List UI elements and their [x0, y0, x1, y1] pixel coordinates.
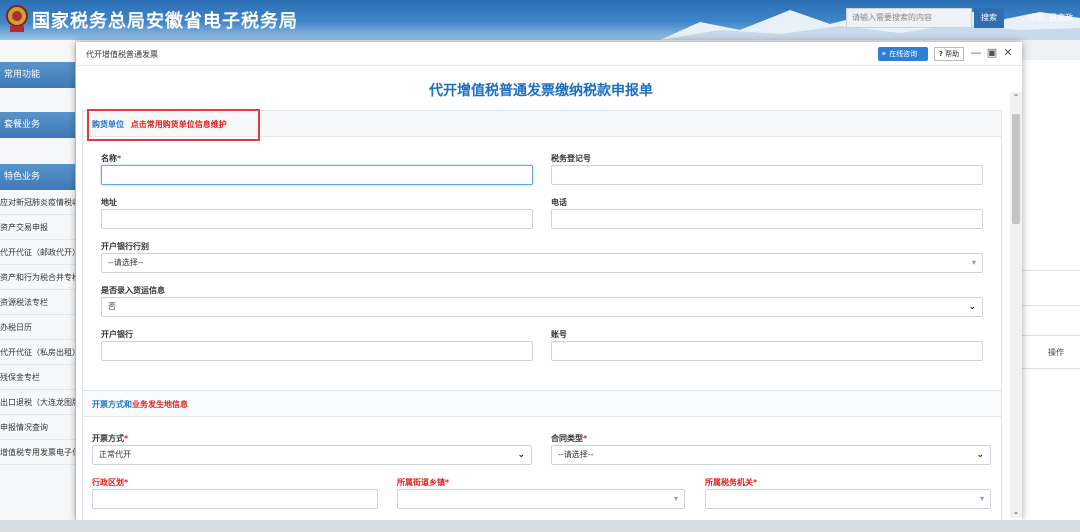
- scroll-down-icon[interactable]: ⌄: [1010, 506, 1022, 518]
- sidebar-item-export-refund[interactable]: 出口退税（大连龙图版）: [0, 390, 75, 415]
- tax-reg-input[interactable]: [551, 165, 983, 185]
- tax-office-label: 所属税务机关*: [705, 478, 758, 487]
- table-header-operation: 操作: [1048, 348, 1064, 357]
- dialog-title: 代开增值税普通发票: [86, 50, 158, 59]
- buyer-section-header: 购货单位 点击常用购货单位信息维护: [83, 109, 1001, 141]
- sidebar-item-e-invoice[interactable]: 增值税专用发票电子化: [0, 440, 75, 465]
- phone-label: 电话: [551, 198, 567, 207]
- welcome-text: 欢迎, 吕文政: [1028, 13, 1074, 22]
- sidebar-item-disability-fund[interactable]: 残保金专栏: [0, 365, 75, 390]
- chevron-down-icon: ⌄: [976, 450, 984, 460]
- search-input[interactable]: 请输入需要搜索的内容: [846, 8, 972, 28]
- method-label: 开票方式*: [92, 434, 129, 443]
- region-select[interactable]: [92, 489, 378, 509]
- chevron-down-icon: ▾: [979, 494, 984, 503]
- method-select[interactable]: 正常代开 ⌄: [92, 445, 532, 465]
- cargo-label: 是否录入货运信息: [101, 286, 165, 295]
- online-consult-label: 在线咨询: [889, 50, 918, 58]
- question-icon: ?: [938, 50, 943, 58]
- dialog-header: 代开增值税普通发票 ⚭ 在线咨询 ? 帮助 — ▣ ✕: [76, 42, 1022, 66]
- name-input[interactable]: [101, 165, 533, 185]
- invoice-method-header: 开票方式和业务发生地信息: [83, 391, 1001, 417]
- bank-type-label: 开户银行行别: [101, 242, 149, 251]
- buyer-section: 购货单位 点击常用购货单位信息维护 名称* 税务登记号 地址 电话 开户银行行别…: [82, 109, 1002, 393]
- phone-input[interactable]: [551, 209, 983, 229]
- street-select[interactable]: ▾: [397, 489, 685, 509]
- region-label: 行政区划*: [92, 478, 129, 487]
- tax-office-select[interactable]: ▾: [705, 489, 991, 509]
- tax-reg-label: 税务登记号: [551, 154, 591, 163]
- sidebar-item-combined-tax[interactable]: 资产和行为税合并专栏: [0, 265, 75, 290]
- business-location-heading: 业务发生地信息: [132, 400, 188, 409]
- bank-type-value: --请选择--: [108, 258, 144, 267]
- contract-select[interactable]: --请选择-- ⌄: [551, 445, 991, 465]
- sidebar-item-tax-calendar[interactable]: 办税日历: [0, 315, 75, 340]
- search-button[interactable]: 搜索: [974, 8, 1004, 28]
- street-label: 所属街道乡镇*: [397, 478, 450, 487]
- dialog-scrollbar[interactable]: ⌃ ⌄: [1010, 92, 1022, 518]
- sidebar-item-resource-tax[interactable]: 资源税法专栏: [0, 290, 75, 315]
- account-label: 账号: [551, 330, 567, 339]
- dialog-body: 代开增值税普通发票缴纳税款申报单 购货单位 点击常用购货单位信息维护 名称* 税…: [76, 66, 1022, 520]
- form-title: 代开增值税普通发票缴纳税款申报单: [429, 83, 653, 99]
- maximize-icon[interactable]: ▣: [986, 46, 998, 60]
- address-input[interactable]: [101, 209, 533, 229]
- tax-emblem-icon: [6, 5, 28, 32]
- help-button[interactable]: ? 帮助: [934, 47, 964, 61]
- highlight-box: [87, 109, 260, 141]
- bank-label: 开户银行: [101, 330, 133, 339]
- sidebar-item-postal-agent[interactable]: 代开代征（邮政代开）: [0, 240, 75, 265]
- chevron-down-icon: ⌄: [517, 450, 525, 460]
- site-title: 国家税务总局安徽省电子税务局: [32, 11, 298, 32]
- address-label: 地址: [101, 198, 117, 207]
- sidebar-item-asset-trade[interactable]: 资产交易申报: [0, 215, 75, 240]
- account-input[interactable]: [551, 341, 983, 361]
- online-consult-button[interactable]: ⚭ 在线咨询: [878, 47, 928, 61]
- contract-value: --请选择--: [558, 450, 594, 459]
- minimize-icon[interactable]: —: [970, 46, 982, 60]
- sidebar-section-special[interactable]: 特色业务: [0, 164, 75, 190]
- method-value: 正常代开: [99, 450, 131, 459]
- help-label: 帮助: [945, 50, 960, 58]
- left-sidebar: 常用功能 套餐业务 特色业务 应对新冠肺炎疫情税收 资产交易申报 代开代征（邮政…: [0, 40, 76, 532]
- invoice-method-heading: 开票方式和: [92, 400, 132, 409]
- sidebar-item-private-rent[interactable]: 代开代征（私房出租）: [0, 340, 75, 365]
- chevron-down-icon: ▾: [971, 258, 976, 267]
- cargo-value: 否: [108, 302, 116, 311]
- sidebar-item-covid[interactable]: 应对新冠肺炎疫情税收: [0, 190, 75, 215]
- bank-type-select[interactable]: --请选择-- ▾: [101, 253, 983, 273]
- scroll-up-icon[interactable]: ⌃: [1010, 92, 1022, 104]
- cargo-select[interactable]: 否 ⌄: [101, 297, 983, 317]
- invoice-method-section: 开票方式和业务发生地信息 开票方式* 正常代开 ⌄ 合同类型* --请选择-- …: [82, 390, 1002, 520]
- top-header: 国家税务总局安徽省电子税务局 请输入需要搜索的内容 搜索 欢迎, 吕文政: [0, 0, 1080, 40]
- sidebar-section-common[interactable]: 常用功能: [0, 62, 75, 88]
- chevron-down-icon: ⌄: [968, 302, 976, 312]
- bank-input[interactable]: [101, 341, 533, 361]
- chevron-down-icon: ▾: [673, 494, 678, 503]
- sidebar-section-package[interactable]: 套餐业务: [0, 112, 75, 138]
- bottom-strip: [0, 520, 1080, 532]
- sidebar-item-declaration-query[interactable]: 申报情况查询: [0, 415, 75, 440]
- scroll-thumb[interactable]: [1012, 114, 1020, 224]
- name-label: 名称*: [101, 154, 122, 163]
- headset-icon: ⚭: [881, 50, 887, 58]
- invoice-dialog: 代开增值税普通发票 ⚭ 在线咨询 ? 帮助 — ▣ ✕ 代开增值税普通发票缴纳税…: [76, 42, 1022, 520]
- contract-label: 合同类型*: [551, 434, 588, 443]
- close-icon[interactable]: ✕: [1002, 46, 1014, 60]
